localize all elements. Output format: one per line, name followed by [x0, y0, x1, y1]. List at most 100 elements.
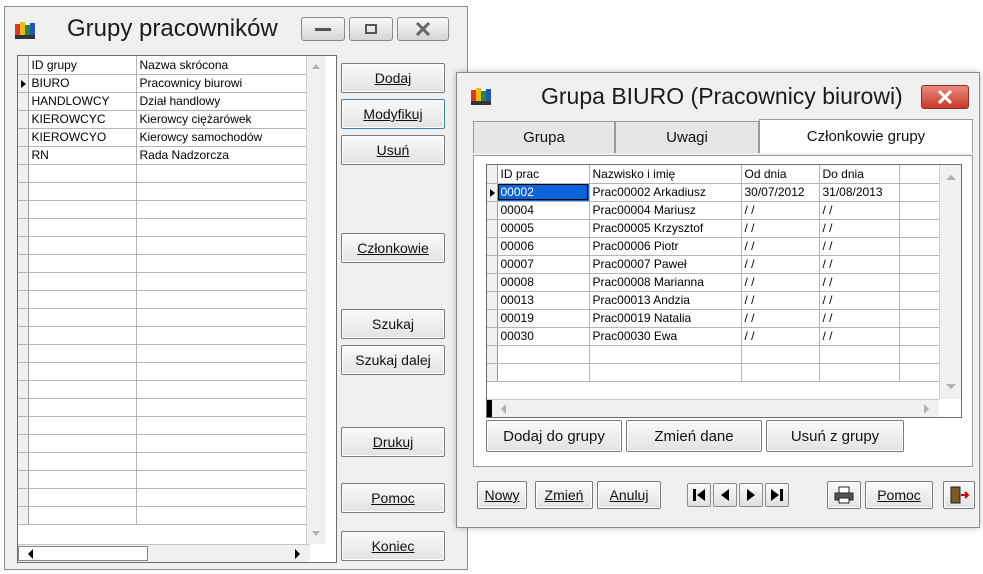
cell-do-dnia[interactable]: [819, 363, 900, 382]
empty-row[interactable]: [18, 344, 318, 363]
table-row[interactable]: BIURO Pracownicy biurowi: [18, 74, 318, 93]
cell-nazwa-skrocona[interactable]: [136, 290, 307, 309]
table-row[interactable]: 00008 Prac00008 Marianna / / / /: [487, 273, 939, 292]
cell-id-grupy[interactable]: [28, 254, 137, 273]
cell-id-grupy[interactable]: [28, 182, 137, 201]
cell-nazwisko-imie[interactable]: Prac00013 Andzia: [589, 291, 742, 310]
cell-id-grupy[interactable]: [28, 326, 137, 345]
cell-nazwa-skrocona[interactable]: [136, 470, 307, 489]
empty-row[interactable]: [18, 452, 318, 471]
groups-vertical-scrollbar[interactable]: [306, 56, 325, 544]
empty-row[interactable]: [18, 254, 318, 273]
column-header-do-dnia[interactable]: Do dnia: [819, 165, 900, 184]
cell-id-grupy[interactable]: [28, 164, 137, 183]
cell-od-dnia[interactable]: / /: [741, 273, 820, 292]
cell-od-dnia[interactable]: / /: [741, 219, 820, 238]
cell-nazwa-skrocona[interactable]: [136, 254, 307, 273]
column-header-id-prac[interactable]: ID prac: [497, 165, 590, 184]
cell-od-dnia[interactable]: [741, 345, 820, 364]
remove-from-group-button[interactable]: Usuń z grupy: [766, 420, 904, 452]
column-header-nazwa[interactable]: Nazwa skrócona: [136, 56, 307, 75]
help-button[interactable]: Pomoc: [865, 481, 933, 509]
delete-button[interactable]: Usuń: [341, 135, 445, 165]
cell-nazwa-skrocona[interactable]: [136, 452, 307, 471]
table-row[interactable]: KIEROWCYC Kierowcy ciężarówek: [18, 110, 318, 129]
members-grid[interactable]: ID prac Nazwisko i imię Od dnia Do dnia …: [486, 164, 962, 418]
cell-nazwa-skrocona[interactable]: [136, 218, 307, 237]
cell-id-grupy[interactable]: [28, 290, 137, 309]
table-row[interactable]: RN Rada Nadzorcza: [18, 146, 318, 165]
cell-nazwisko-imie[interactable]: Prac00005 Krzysztof: [589, 219, 742, 238]
cell-od-dnia[interactable]: / /: [741, 237, 820, 256]
cell-id-grupy[interactable]: HANDLOWCY: [28, 92, 137, 111]
cell-id-prac[interactable]: 00006: [497, 237, 590, 256]
modify-button[interactable]: Modyfikuj: [341, 99, 445, 129]
cell-nazwisko-imie[interactable]: Prac00007 Paweł: [589, 255, 742, 274]
print-button[interactable]: Drukuj: [341, 427, 445, 457]
cell-id-grupy[interactable]: [28, 344, 137, 363]
table-row[interactable]: 00004 Prac00004 Mariusz / / / /: [487, 201, 939, 220]
scroll-right-icon[interactable]: [290, 546, 304, 562]
empty-row[interactable]: [18, 218, 318, 237]
members-horizontal-scrollbar[interactable]: [487, 399, 939, 417]
scroll-up-icon[interactable]: [940, 169, 962, 185]
print-button[interactable]: [827, 481, 861, 509]
cell-id-grupy[interactable]: BIURO: [28, 74, 137, 93]
cell-od-dnia[interactable]: / /: [741, 291, 820, 310]
cell-nazwa-skrocona[interactable]: Rada Nadzorcza: [136, 146, 307, 165]
cell-od-dnia[interactable]: [741, 363, 820, 382]
cell-nazwa-skrocona[interactable]: [136, 506, 307, 525]
search-button[interactable]: Szukaj: [341, 309, 445, 339]
cell-id-grupy[interactable]: [28, 362, 137, 381]
empty-row[interactable]: [18, 416, 318, 435]
cell-do-dnia[interactable]: / /: [819, 237, 900, 256]
empty-row[interactable]: [18, 200, 318, 219]
cell-nazwisko-imie[interactable]: [589, 345, 742, 364]
members-button[interactable]: Członkowie: [341, 233, 445, 263]
cell-id-grupy[interactable]: [28, 218, 137, 237]
minimize-button[interactable]: [301, 17, 345, 41]
group-window-titlebar[interactable]: Grupa BIURO (Pracownicy biurowi): [457, 73, 979, 115]
table-row[interactable]: 00019 Prac00019 Natalia / / / /: [487, 309, 939, 328]
scroll-down-icon[interactable]: [940, 379, 962, 395]
empty-row[interactable]: [18, 290, 318, 309]
cell-od-dnia[interactable]: / /: [741, 327, 820, 346]
cell-id-grupy[interactable]: [28, 236, 137, 255]
cell-nazwa-skrocona[interactable]: Dział handlowy: [136, 92, 307, 111]
cell-od-dnia[interactable]: / /: [741, 255, 820, 274]
scroll-left-icon[interactable]: [497, 401, 511, 417]
scroll-down-icon[interactable]: [307, 526, 325, 542]
groups-window-titlebar[interactable]: Grupy pracowników: [5, 7, 467, 49]
empty-row[interactable]: [18, 470, 318, 489]
cell-nazwisko-imie[interactable]: Prac00004 Mariusz: [589, 201, 742, 220]
table-row[interactable]: 00030 Prac00030 Ewa / / / /: [487, 327, 939, 346]
maximize-button[interactable]: [349, 17, 393, 41]
cell-id-grupy[interactable]: [28, 398, 137, 417]
empty-row[interactable]: [18, 506, 318, 525]
cell-do-dnia[interactable]: / /: [819, 327, 900, 346]
cell-nazwa-skrocona[interactable]: [136, 200, 307, 219]
empty-row[interactable]: [18, 362, 318, 381]
cell-nazwa-skrocona[interactable]: [136, 398, 307, 417]
cell-nazwa-skrocona[interactable]: [136, 326, 307, 345]
cell-id-grupy[interactable]: RN: [28, 146, 137, 165]
table-row[interactable]: KIEROWCYO Kierowcy samochodów: [18, 128, 318, 147]
empty-row[interactable]: [18, 326, 318, 345]
cell-nazwisko-imie[interactable]: Prac00008 Marianna: [589, 273, 742, 292]
cell-id-prac[interactable]: 00002: [497, 183, 590, 202]
table-row[interactable]: 00007 Prac00007 Paweł / / / /: [487, 255, 939, 274]
cell-nazwa-skrocona[interactable]: [136, 164, 307, 183]
cell-nazwa-skrocona[interactable]: [136, 272, 307, 291]
cell-do-dnia[interactable]: / /: [819, 255, 900, 274]
cell-do-dnia[interactable]: 31/08/2013: [819, 183, 900, 202]
cell-nazwa-skrocona[interactable]: [136, 182, 307, 201]
cell-id-grupy[interactable]: [28, 200, 137, 219]
change-data-button[interactable]: Zmień dane: [626, 420, 762, 452]
column-header-nazwisko[interactable]: Nazwisko i imię: [589, 165, 742, 184]
cell-nazwa-skrocona[interactable]: [136, 236, 307, 255]
table-row[interactable]: 00013 Prac00013 Andzia / / / /: [487, 291, 939, 310]
cell-id-prac[interactable]: [497, 345, 590, 364]
cell-nazwa-skrocona[interactable]: Pracownicy biurowi: [136, 74, 307, 93]
close-button[interactable]: [921, 85, 969, 109]
exit-button[interactable]: [943, 481, 975, 509]
